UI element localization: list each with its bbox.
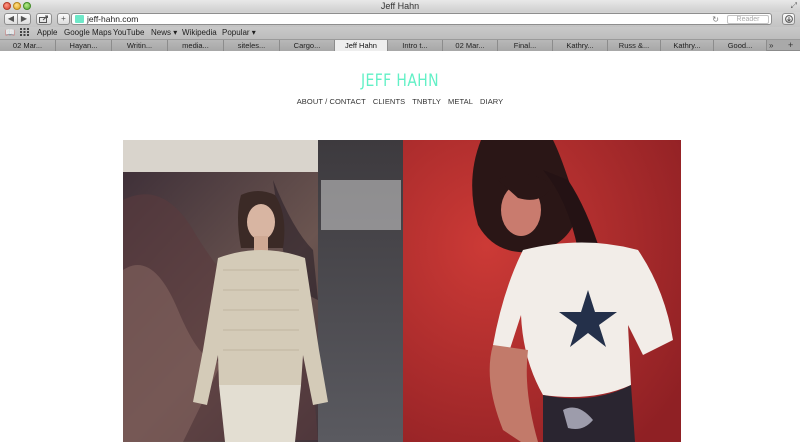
tab[interactable]: siteles... [224, 40, 280, 51]
bookmark-apple[interactable]: Apple [37, 27, 57, 39]
downloads-icon [784, 15, 793, 23]
share-icon [39, 15, 48, 23]
url-text[interactable]: jeff-hahn.com [87, 14, 138, 25]
web-page: JEFF HAHN ABOUT / CONTACT CLIENTS TNBTLY… [0, 52, 800, 442]
site-title[interactable]: JEFF HAHN [72, 71, 728, 91]
bookmark-wikipedia[interactable]: Wikipedia [182, 27, 217, 39]
reader-button[interactable]: Reader [727, 15, 769, 24]
site-favicon-icon [75, 15, 84, 23]
window-title: Jeff Hahn [380, 1, 420, 11]
reload-icon[interactable]: ↻ [712, 14, 719, 25]
site-nav: ABOUT / CONTACT CLIENTS TNBTLY METAL DIA… [0, 97, 800, 106]
tab[interactable]: Good... [714, 40, 767, 51]
top-sites-grid-icon[interactable] [20, 28, 29, 39]
tab[interactable]: Kathry... [553, 40, 608, 51]
back-arrow-icon: ◀ [7, 14, 15, 23]
photo-gallery [123, 140, 681, 442]
forward-arrow-icon: ▶ [20, 14, 28, 23]
nav-link-about-contact[interactable]: ABOUT / CONTACT [297, 97, 366, 106]
tab-bar: 02 Mar... Hayan... Writin... media... si… [0, 40, 800, 51]
back-button[interactable]: ◀ [4, 13, 18, 25]
bookmark-youtube[interactable]: YouTube [113, 27, 144, 39]
plus-icon: + [61, 14, 66, 23]
bookmark-news[interactable]: News ▾ [151, 27, 177, 39]
tab[interactable]: 02 Mar... [443, 40, 498, 51]
photo-woman-knit-sweater[interactable] [123, 140, 403, 442]
window-titlebar: Jeff Hahn ⤢ [0, 0, 800, 12]
add-tab-button[interactable]: + [788, 40, 793, 51]
nav-link-clients[interactable]: CLIENTS [373, 97, 405, 106]
fullscreen-icon[interactable]: ⤢ [791, 1, 797, 11]
forward-button[interactable]: ▶ [17, 13, 31, 25]
new-tab-button[interactable]: + [57, 13, 70, 25]
nav-link-diary[interactable]: DIARY [480, 97, 503, 106]
browser-toolbar: ◀ ▶ + jeff-hahn.com ↻ Reader [0, 12, 800, 27]
tab-overflow-button[interactable]: » [769, 40, 773, 51]
address-bar[interactable]: jeff-hahn.com ↻ Reader [71, 13, 772, 25]
tab[interactable]: Cargo... [280, 40, 335, 51]
tab[interactable]: Writin... [112, 40, 168, 51]
tab[interactable]: Final... [498, 40, 553, 51]
tab[interactable]: Russ &... [608, 40, 661, 51]
tab[interactable]: Kathry... [661, 40, 714, 51]
tab-active[interactable]: Jeff Hahn [335, 40, 388, 51]
tab[interactable]: Intro t... [388, 40, 443, 51]
photo-woman-star-tshirt[interactable] [403, 140, 681, 442]
tab[interactable]: media... [168, 40, 224, 51]
bookmark-google-maps[interactable]: Google Maps [64, 27, 112, 39]
tab[interactable]: Hayan... [56, 40, 112, 51]
nav-link-metal[interactable]: METAL [448, 97, 473, 106]
share-button[interactable] [36, 13, 52, 25]
tab[interactable]: 02 Mar... [0, 40, 56, 51]
reading-list-icon[interactable]: 📖 [5, 28, 15, 38]
nav-link-tnbtly[interactable]: TNBTLY [412, 97, 441, 106]
downloads-button[interactable] [782, 13, 795, 25]
bookmarks-bar: 📖 Apple Google Maps YouTube News ▾ Wikip… [0, 27, 800, 40]
bookmark-popular[interactable]: Popular ▾ [222, 27, 256, 39]
